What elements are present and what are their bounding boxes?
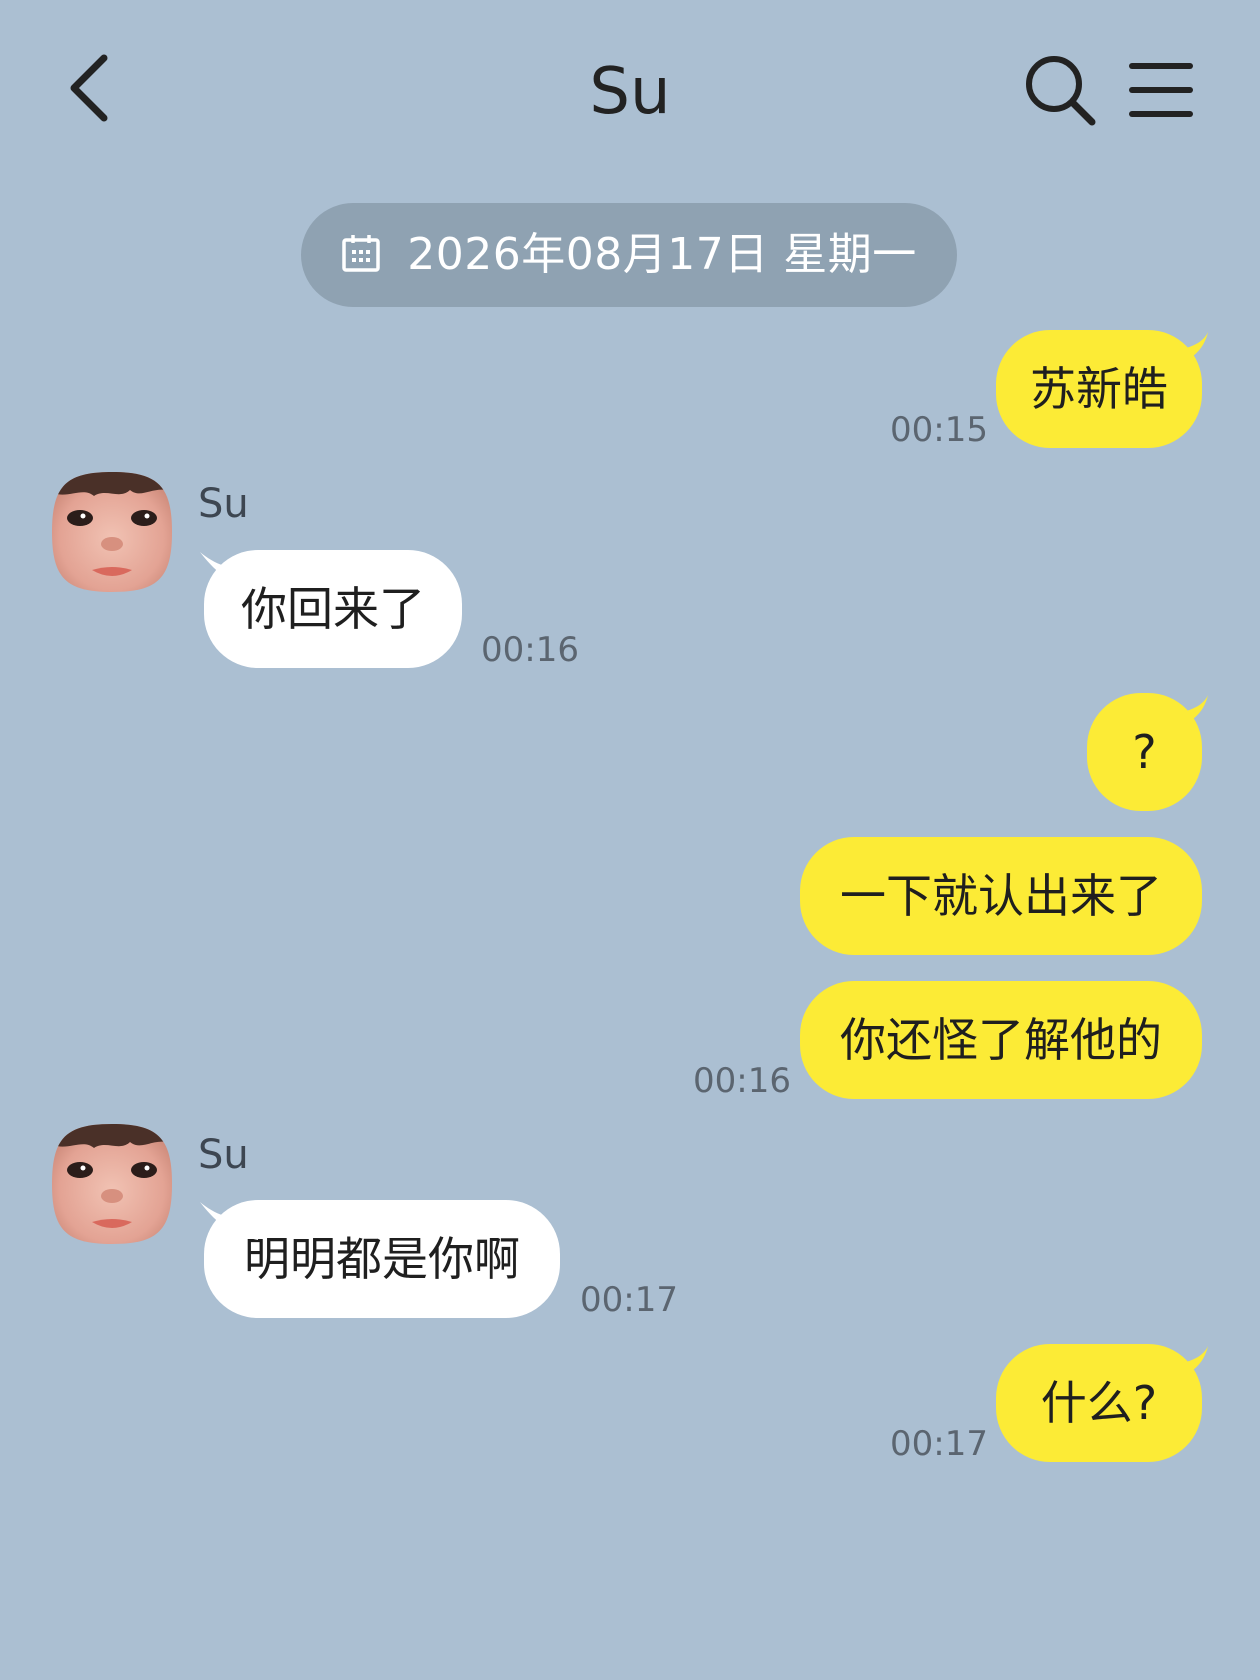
sender-name: Su [198,481,249,527]
contact-avatar[interactable] [50,470,174,594]
contact-avatar[interactable] [50,1122,174,1246]
message-time: 00:17 [580,1280,678,1320]
message-text: 苏新皓 [1030,362,1168,416]
message-time: 00:15 [890,410,988,450]
sender-name: Su [198,1132,249,1178]
bubble-tail [1160,1346,1208,1384]
bubble-tail [1160,332,1208,370]
date-divider: 2026年08月17日 星期一 [301,203,957,307]
bubble-tail [200,552,258,590]
chevron-left-icon [70,54,108,122]
search-button[interactable] [1022,52,1100,128]
message-text: 你回来了 [241,582,425,636]
hamburger-menu-icon [1129,63,1193,117]
back-button[interactable] [62,50,118,126]
message-time: 00:16 [481,630,579,670]
message-text: 明明都是你啊 [244,1232,520,1286]
search-icon [1026,56,1096,126]
bubble-tail [1160,695,1208,733]
date-text: 2026年08月17日 星期一 [407,229,917,280]
bubble-tail [200,1202,258,1240]
message-text: 什么? [1040,1376,1158,1430]
message-time: 00:17 [890,1424,988,1464]
calendar-icon [342,235,381,272]
message-text: 你还怪了解他的 [840,1013,1162,1067]
message-text: ? [1132,725,1157,779]
message-bubble-outgoing[interactable]: 一下就认出来了 [800,837,1202,955]
message-text: 一下就认出来了 [840,869,1162,923]
menu-button[interactable] [1128,58,1194,122]
message-bubble-outgoing[interactable]: 你还怪了解他的 [800,981,1202,1099]
message-time: 00:16 [693,1061,791,1101]
